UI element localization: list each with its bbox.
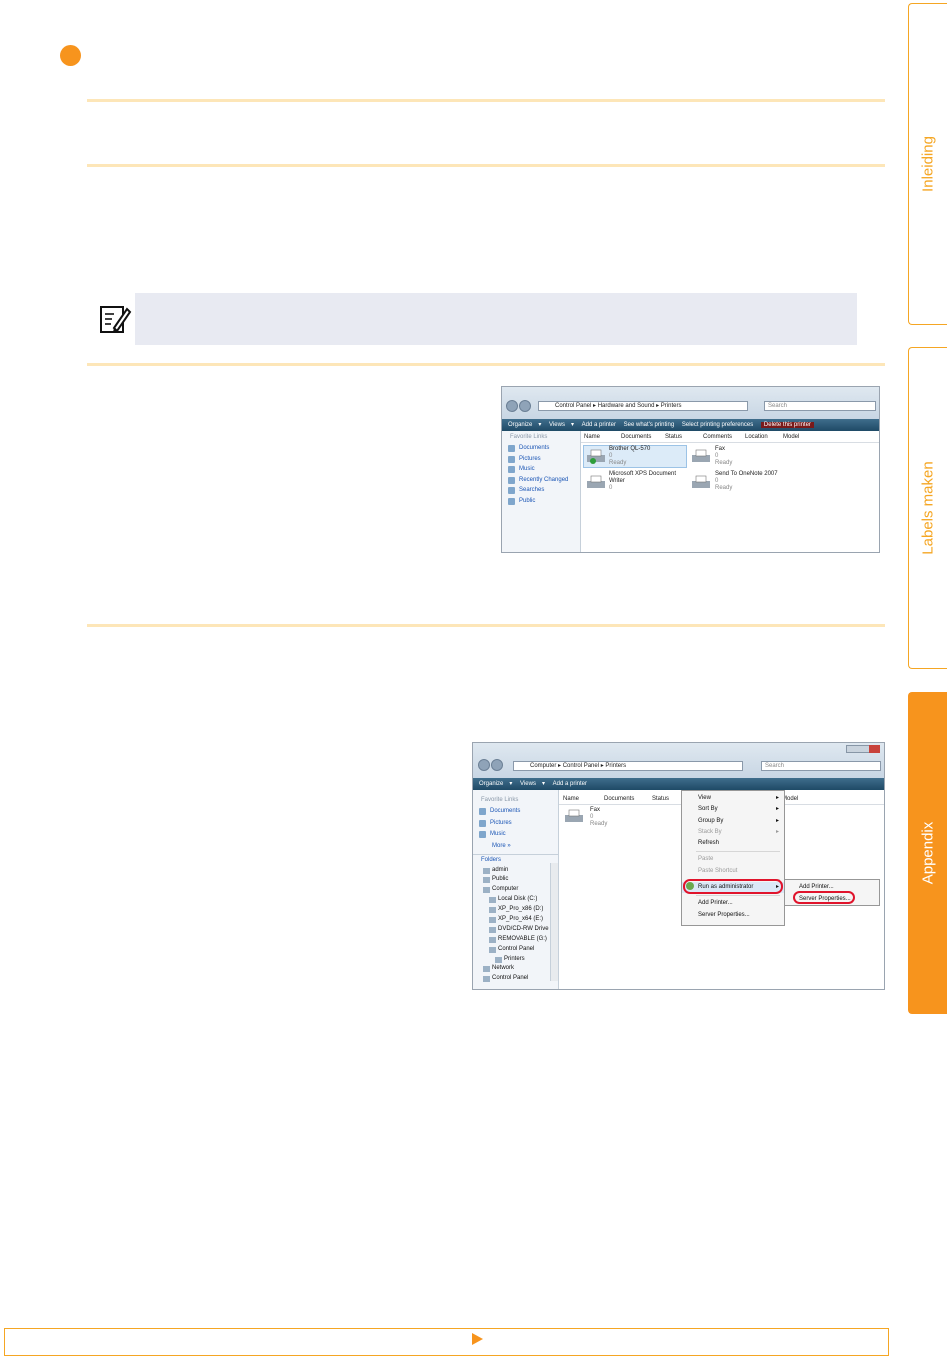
back-button[interactable] (478, 759, 490, 771)
views-button[interactable]: Views (549, 422, 565, 428)
menu-item-view[interactable]: View ▸ (682, 793, 784, 804)
folder-tree: admin Public Computer Local Disk (C:) XP… (473, 866, 558, 985)
menu-item-group-by[interactable]: Group By ▸ (682, 816, 784, 827)
address-bar-area: Computer ▸ Control Panel ▸ Printers Sear… (473, 743, 884, 778)
folder-item[interactable]: XP_Pro_x64 (E:) (489, 915, 558, 925)
nav-link-music[interactable]: Music (502, 464, 580, 475)
printers-window-screenshot: Control Panel ▸ Hardware and Sound ▸ Pri… (501, 386, 880, 553)
column-header[interactable]: Documents (604, 795, 634, 804)
folder-item[interactable]: Network (483, 964, 558, 974)
section-bullet (60, 45, 81, 66)
column-header[interactable]: Name (563, 795, 579, 804)
folder-item[interactable]: REMOVABLE (G:) (489, 935, 558, 945)
nav-link-searches[interactable]: Searches (502, 485, 580, 496)
note-pencil-icon (100, 306, 132, 333)
folders-header[interactable]: Folders (473, 853, 558, 866)
close-icon[interactable] (869, 745, 880, 753)
nav-link-pictures[interactable]: Pictures (473, 818, 558, 830)
divider-rule (87, 363, 885, 366)
tab-inleiding[interactable]: Inleiding (908, 3, 947, 325)
forward-button[interactable] (519, 400, 531, 412)
highlight-ring (683, 879, 783, 894)
delete-printer-button[interactable]: Delete this printer (760, 422, 814, 428)
context-menu: View ▸ Sort By ▸ Group By ▸ Stack By ▸ Refre… (681, 790, 785, 926)
see-printing-button[interactable]: See what's printing (624, 422, 675, 428)
printing-preferences-button[interactable]: Select printing preferences (682, 422, 753, 428)
views-button[interactable]: Views (520, 781, 536, 787)
column-header[interactable]: Model (783, 433, 799, 442)
folder-item[interactable]: XP_Pro_x86 (D:) (489, 905, 558, 915)
address-field[interactable]: Computer ▸ Control Panel ▸ Printers (513, 761, 743, 771)
column-header[interactable]: Documents (621, 433, 651, 442)
folder-item[interactable]: Control Panel (489, 945, 558, 955)
organize-button[interactable]: Organize (479, 781, 503, 787)
printer-item-label[interactable]: Send To OneNote 2007 0 Ready (715, 471, 778, 492)
tab-appendix[interactable]: Appendix (908, 692, 947, 1014)
nav-link-recently-changed[interactable]: Recently Changed (502, 475, 580, 486)
column-header[interactable]: Location (745, 433, 768, 442)
add-printer-button[interactable]: Add a printer (582, 422, 616, 428)
search-input[interactable]: Search (761, 761, 881, 771)
favorite-links-header: Favorite Links (510, 434, 548, 440)
menu-item-stack-by: Stack By ▸ (698, 828, 779, 835)
page-footer (4, 1328, 889, 1356)
next-page-arrow-icon[interactable] (472, 1333, 483, 1345)
highlight-ring (793, 891, 855, 904)
address-bar-area: Control Panel ▸ Hardware and Sound ▸ Pri… (502, 387, 879, 419)
command-toolbar: Organize ▾ Views ▾ Add a printer (473, 778, 884, 790)
menu-item-server-properties[interactable]: Server Properties... (682, 910, 784, 921)
printer-item-label[interactable]: Fax 0 Ready (715, 446, 732, 467)
address-field[interactable]: Control Panel ▸ Hardware and Sound ▸ Pri… (538, 401, 748, 411)
command-toolbar: Organize ▾ Views ▾ Add a printer See what'… (502, 419, 879, 431)
folder-item[interactable]: DVD/CD-RW Drive (489, 925, 558, 935)
back-button[interactable] (506, 400, 518, 412)
organize-button[interactable]: Organize (508, 422, 532, 428)
divider-rule (87, 164, 885, 167)
menu-item-sort-by[interactable]: Sort By ▸ (682, 804, 784, 815)
column-header[interactable]: Status (665, 433, 682, 442)
search-input[interactable]: Search (764, 401, 876, 411)
printer-item-label[interactable]: Brother QL-570 0 Ready (609, 446, 650, 467)
nav-link-music[interactable]: Music (473, 829, 558, 841)
nav-link-public[interactable]: Public (502, 496, 580, 507)
column-header[interactable]: Name (584, 433, 600, 442)
tab-labels-maken[interactable]: Labels maken (908, 347, 947, 669)
navigation-pane: Favorite Links Documents Pictures Music … (473, 790, 559, 989)
menu-item-refresh[interactable]: Refresh (682, 838, 784, 849)
divider-rule (87, 99, 885, 102)
favorite-links-header: Favorite Links (481, 797, 519, 803)
printer-item-label[interactable]: Microsoft XPS Document Writer 0 (609, 471, 681, 492)
printer-icon (587, 475, 605, 488)
note-box (135, 293, 857, 345)
fax-icon (692, 449, 710, 462)
more-link[interactable]: More » (473, 841, 558, 852)
menu-item-paste-shortcut: Paste Shortcut (698, 867, 738, 874)
folder-item[interactable]: Public (483, 875, 558, 885)
folder-item[interactable]: Local Disk (C:) (489, 895, 558, 905)
printers-context-menu-screenshot: Computer ▸ Control Panel ▸ Printers Sear… (472, 742, 885, 990)
forward-button[interactable] (491, 759, 503, 771)
folder-item[interactable]: Control Panel (483, 974, 558, 984)
printer-icon (692, 475, 710, 488)
add-printer-button[interactable]: Add a printer (553, 781, 587, 787)
divider-rule (87, 624, 885, 627)
menu-item-paste: Paste (698, 856, 714, 863)
column-header[interactable]: Comments (703, 433, 732, 442)
nav-link-pictures[interactable]: Pictures (502, 454, 580, 465)
menu-item-add-printer[interactable]: Add Printer... (682, 898, 784, 909)
nav-link-documents[interactable]: Documents (473, 806, 558, 818)
nav-link-documents[interactable]: Documents (502, 443, 580, 454)
folder-item[interactable]: admin (483, 866, 558, 876)
fax-icon (565, 809, 583, 822)
printer-item-label[interactable]: Fax 0 Ready (590, 807, 607, 828)
column-header[interactable]: Status (652, 795, 669, 804)
folder-scrollbar[interactable] (550, 863, 558, 981)
navigation-pane: Favorite Links Documents Pictures Music … (502, 431, 581, 552)
printer-icon (587, 449, 605, 464)
folder-item[interactable]: Computer (483, 885, 558, 895)
